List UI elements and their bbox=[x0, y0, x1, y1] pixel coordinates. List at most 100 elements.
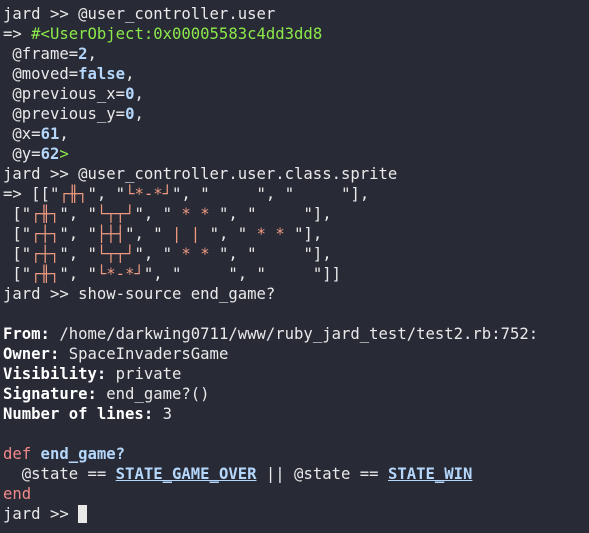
owner-label: Owner: bbox=[3, 345, 60, 363]
punct: ", " bbox=[59, 245, 97, 263]
punct: ", " bbox=[209, 225, 248, 243]
sprite-cell bbox=[294, 185, 341, 203]
punct: > bbox=[59, 145, 69, 163]
punct: ", " bbox=[59, 265, 97, 283]
sprite-cell: * * bbox=[172, 245, 219, 263]
punct: "], bbox=[303, 245, 332, 263]
punct: "], bbox=[294, 225, 323, 243]
command-line: jard >> @user_controller.user bbox=[3, 5, 276, 23]
method-name: end_game? bbox=[31, 445, 126, 463]
punct: ", " bbox=[172, 185, 210, 203]
code-line: @state == STATE_GAME_OVER || @state == S… bbox=[3, 464, 589, 484]
command-line: jard >> @user_controller.user.class.spri… bbox=[3, 165, 398, 183]
punct: "], bbox=[341, 185, 370, 203]
ivar-line: @previous_x=0, bbox=[3, 84, 589, 104]
punct: ", " bbox=[218, 245, 257, 263]
text-cursor[interactable] bbox=[78, 505, 88, 523]
sprite-cell bbox=[266, 265, 313, 283]
source-lines: Number of lines: 3 bbox=[3, 404, 589, 424]
code-line: end bbox=[3, 484, 589, 504]
sprite-row: ["┌╫┐", "└*-*┘", " ", " "]] bbox=[3, 264, 589, 284]
code-line: def end_game? bbox=[3, 444, 589, 464]
sprite-cell bbox=[181, 265, 228, 283]
lines-label: Number of lines: bbox=[3, 405, 154, 423]
object-inspect: #<UserObject:0x00005583c4dd3dd8 bbox=[31, 25, 323, 43]
punct: ", " bbox=[256, 185, 295, 203]
sprite-row: ["┌┼┐", "└┬┬┘", " * * ", " "], bbox=[3, 244, 589, 264]
sprite-row: => [["┌╫┐", "└*-*┘", " ", " "], bbox=[3, 184, 589, 204]
lines-value: 3 bbox=[153, 405, 172, 423]
end-keyword: end bbox=[3, 485, 32, 503]
ivar-value: 2 bbox=[78, 45, 88, 63]
owner-value: SpaceInvadersGame bbox=[59, 345, 229, 363]
punct: [" bbox=[3, 265, 32, 283]
terminal-window[interactable]: jard >> @user_controller.user => #<UserO… bbox=[0, 0, 589, 533]
sprite-row: ["┌╫┐", "└┬┬┘", " * * ", " "], bbox=[3, 204, 589, 224]
command-line: jard >> show-source end_game? bbox=[3, 285, 276, 303]
punct: ", " bbox=[59, 205, 97, 223]
punct: , bbox=[87, 45, 97, 63]
sprite-cell: └*-*┘ bbox=[125, 185, 173, 203]
punct: ", " bbox=[125, 225, 163, 243]
ivar-value: 62 bbox=[40, 145, 60, 163]
sprite-cell: └*-*┘ bbox=[96, 265, 144, 283]
sprite-cell bbox=[210, 185, 257, 203]
sprite-cell: * * bbox=[247, 225, 295, 243]
output-line: => #<UserObject:0x00005583c4dd3dd8 bbox=[3, 24, 589, 44]
signature-value: end_game?() bbox=[96, 385, 210, 403]
ivar-line: @moved=false, bbox=[3, 64, 589, 84]
ivar-name: @previous_y= bbox=[3, 105, 126, 123]
visibility-label: Visibility: bbox=[3, 365, 107, 383]
sprite-cell: ┌┼┐ bbox=[31, 225, 60, 243]
punct: ", " bbox=[218, 205, 257, 223]
sprite-cell: └┬┬┘ bbox=[96, 205, 135, 223]
prompt-line[interactable]: jard >> bbox=[3, 504, 589, 524]
punct: ", " bbox=[87, 185, 126, 203]
source-signature: Signature: end_game?() bbox=[3, 384, 589, 404]
punct: , bbox=[134, 105, 144, 123]
ivar-name: @x= bbox=[3, 125, 41, 143]
punct: ", " bbox=[134, 245, 173, 263]
sprite-cell bbox=[257, 245, 304, 263]
ivar-name: @moved= bbox=[3, 65, 79, 83]
sprite-cell: * * bbox=[172, 205, 219, 223]
sprite-row: ["┌┼┐", "├┼┤", " | | ", " * * "], bbox=[3, 224, 589, 244]
ivar-line: @y=62> bbox=[3, 144, 589, 164]
ivar-line: @frame=2, bbox=[3, 44, 589, 64]
punct: , bbox=[125, 65, 135, 83]
ivar-value: false bbox=[78, 65, 126, 83]
from-value: /home/darkwing0711/www/ruby_jard_test/te… bbox=[49, 325, 539, 343]
constant: STATE_GAME_OVER bbox=[115, 465, 257, 483]
sprite-cell: ┌╫┐ bbox=[31, 265, 60, 283]
punct: "], bbox=[303, 205, 332, 223]
sprite-cell: ├┼┤ bbox=[96, 225, 126, 243]
sprite-output: => [["┌╫┐", "└*-*┘", " ", " "], ["┌╫┐", … bbox=[3, 184, 589, 284]
def-keyword: def bbox=[3, 445, 32, 463]
source-visibility: Visibility: private bbox=[3, 364, 589, 384]
sprite-cell bbox=[257, 205, 304, 223]
prompt: jard >> bbox=[3, 505, 79, 523]
punct: ", " bbox=[134, 205, 173, 223]
ivar-line: @previous_y=0, bbox=[3, 104, 589, 124]
ivar-name: @y= bbox=[3, 145, 41, 163]
punct: , bbox=[59, 125, 69, 143]
punct: "]] bbox=[312, 265, 342, 283]
constant: STATE_WIN bbox=[387, 465, 473, 483]
sprite-cell: ┌╫┐ bbox=[31, 205, 60, 223]
punct: ", " bbox=[59, 225, 97, 243]
punct: [" bbox=[3, 245, 32, 263]
punct: ", " bbox=[143, 265, 182, 283]
punct: => [[" bbox=[3, 185, 60, 203]
ivar-line: @x=61, bbox=[3, 124, 589, 144]
result-arrow: => bbox=[3, 25, 32, 43]
sprite-cell: | | bbox=[162, 225, 210, 243]
ivar-name: @frame= bbox=[3, 45, 79, 63]
source-from: From: /home/darkwing0711/www/ruby_jard_t… bbox=[3, 324, 589, 344]
sprite-cell: └┬┬┘ bbox=[96, 245, 135, 263]
source-owner: Owner: SpaceInvadersGame bbox=[3, 344, 589, 364]
punct: ", " bbox=[228, 265, 266, 283]
signature-label: Signature: bbox=[3, 385, 97, 403]
ivar-value: 61 bbox=[40, 125, 60, 143]
